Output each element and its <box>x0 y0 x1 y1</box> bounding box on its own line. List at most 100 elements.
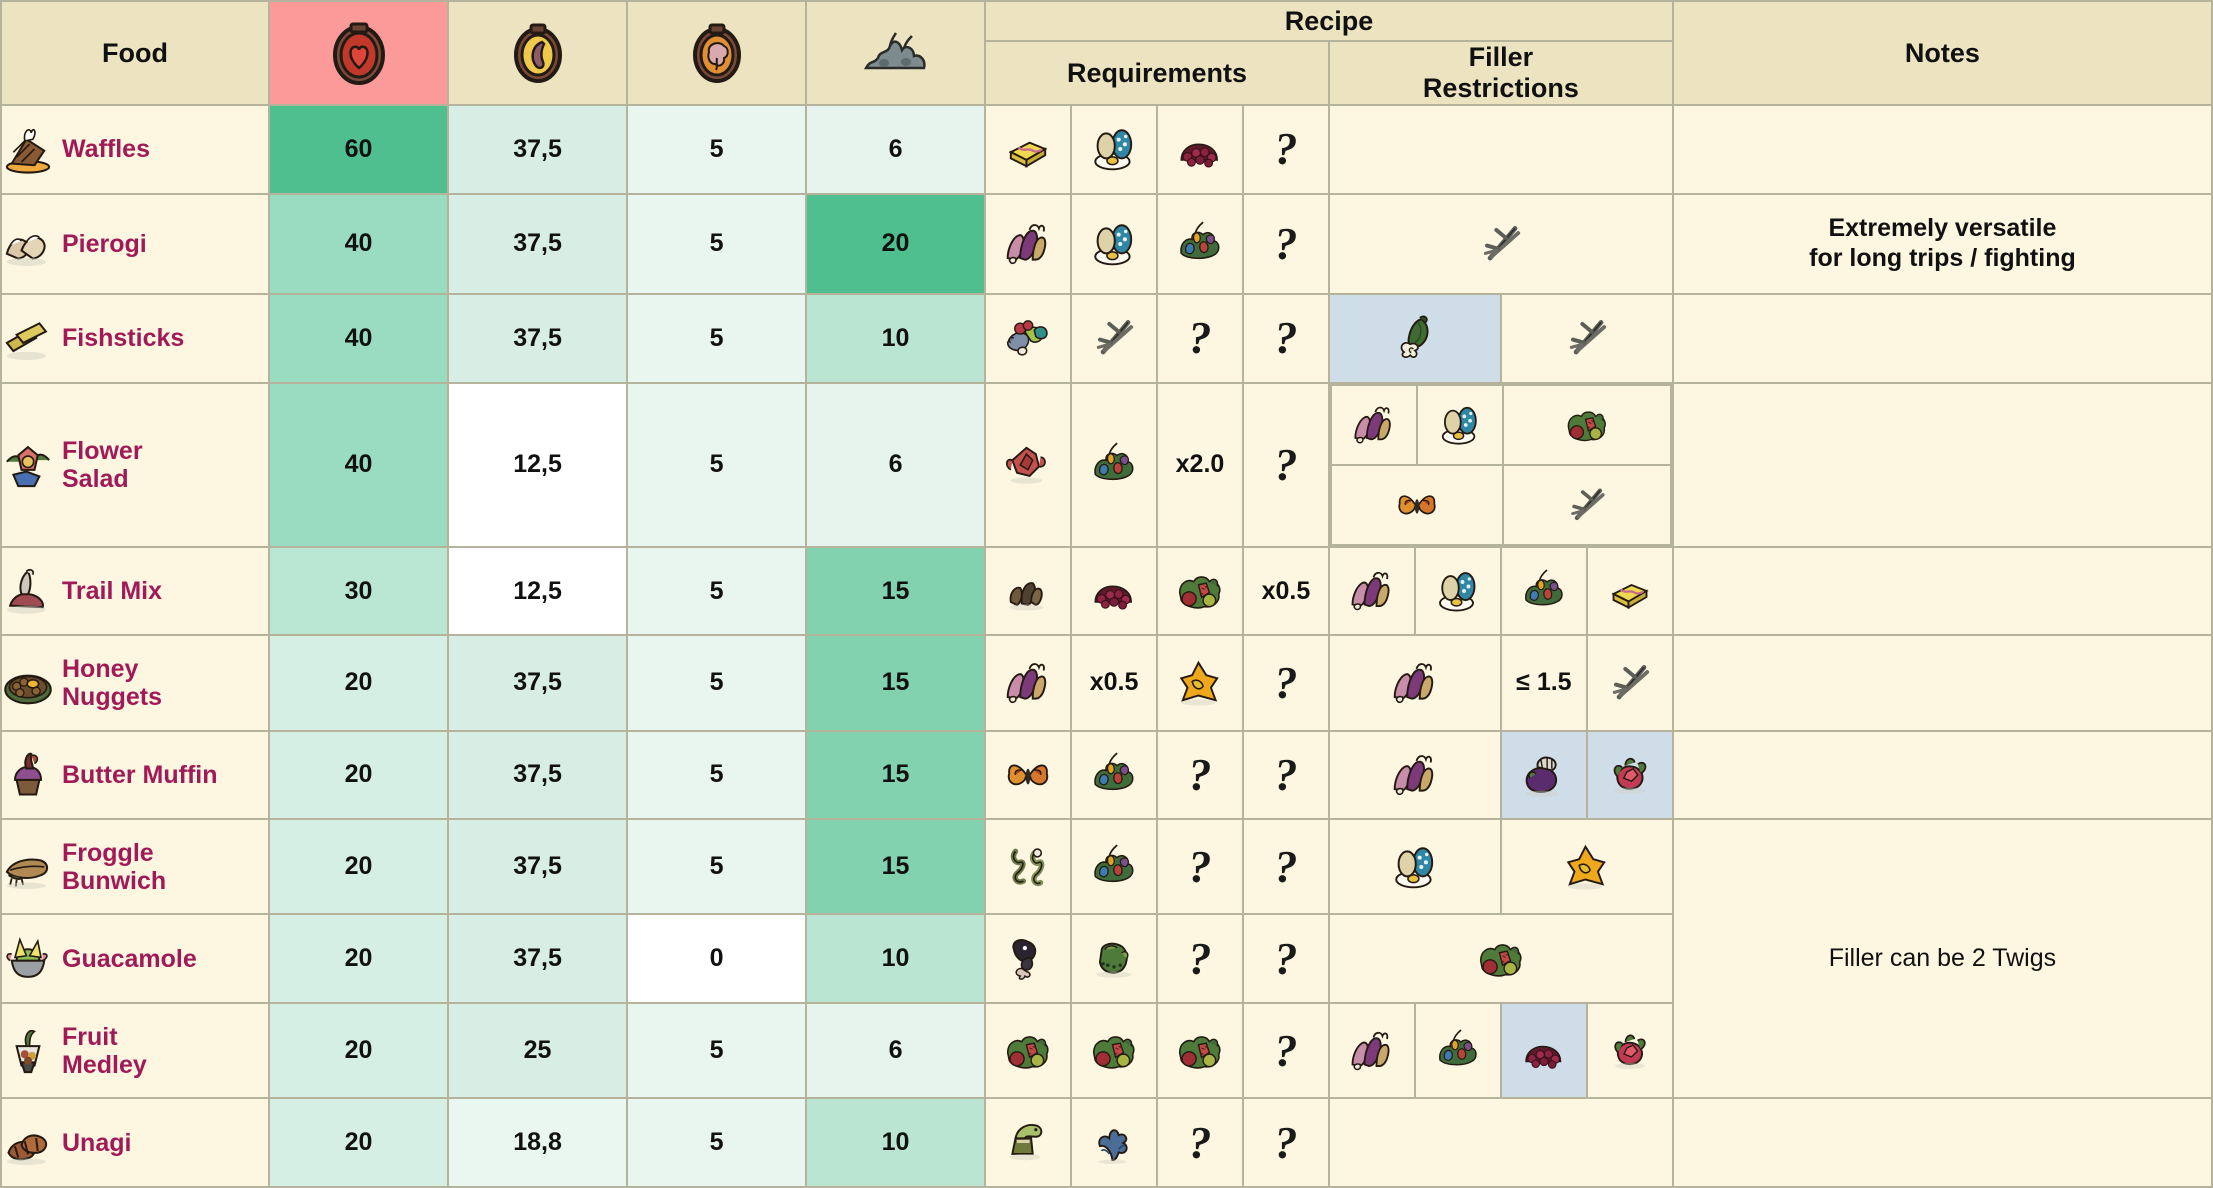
requirement-slot[interactable] <box>1070 729 1159 821</box>
food-cell[interactable]: Waffles <box>0 104 271 195</box>
requirement-slot[interactable] <box>1070 818 1159 916</box>
requirement-slot[interactable]: x0.5 <box>1070 634 1159 732</box>
filler-slot[interactable] <box>1585 545 1674 637</box>
requirement-slot[interactable] <box>984 634 1073 732</box>
filler-slot[interactable] <box>1501 463 1672 546</box>
requirement-slot[interactable] <box>984 192 1073 295</box>
fish-icon <box>1003 313 1053 363</box>
requirement-slot[interactable]: ? <box>1156 913 1244 1005</box>
food-cell[interactable]: Pierogi <box>0 192 271 295</box>
filler-slot[interactable] <box>1327 545 1416 637</box>
fruit-icon <box>1564 402 1610 448</box>
vegetable-icon <box>1175 219 1225 269</box>
filler-slot[interactable] <box>1413 1002 1502 1100</box>
food-cell[interactable]: Butter Muffin <box>0 729 271 821</box>
food-name: Butter Muffin <box>62 760 218 789</box>
requirement-slot[interactable] <box>984 292 1073 384</box>
filler-slot[interactable] <box>1499 729 1588 821</box>
requirement-slot[interactable] <box>1070 545 1159 637</box>
filler-slot[interactable] <box>1413 545 1502 637</box>
filler-slot[interactable] <box>1499 292 1674 384</box>
requirement-slot[interactable]: x0.5 <box>1241 545 1330 637</box>
requirement-slot[interactable]: ? <box>1241 1002 1330 1100</box>
requirement-slot[interactable] <box>984 381 1073 548</box>
food-cell[interactable]: Fruit Medley <box>0 1002 271 1100</box>
filler-slot[interactable] <box>1327 729 1502 821</box>
butterfly-wings-icon <box>1394 482 1440 528</box>
filler-slot[interactable] <box>1501 383 1672 466</box>
requirement-slot[interactable] <box>984 729 1073 821</box>
filler-group[interactable] <box>1327 381 1674 548</box>
requirement-slot[interactable]: ? <box>1241 381 1330 548</box>
crockpot-recipe-table: Food Recipe Notes Requirements Filler Re… <box>0 0 2213 1188</box>
filler-slot[interactable] <box>1327 292 1502 384</box>
rot-value: 6 <box>805 104 987 195</box>
sanity-value: 5 <box>626 818 808 916</box>
butter-icon <box>1003 124 1053 174</box>
requirement-slot[interactable]: ? <box>1241 104 1330 195</box>
food-cell[interactable]: Trail Mix <box>0 545 271 637</box>
food-cell[interactable]: Froggle Bunwich <box>0 818 271 916</box>
notes-cell <box>1671 729 2213 821</box>
requirement-slot[interactable] <box>1156 192 1244 295</box>
requirement-slot[interactable] <box>1070 104 1159 195</box>
question-icon: ? <box>1188 748 1212 800</box>
requirement-slot[interactable] <box>1070 1002 1159 1100</box>
filler-slot[interactable] <box>1499 545 1588 637</box>
requirement-slot[interactable] <box>984 913 1073 1005</box>
filler-slot[interactable] <box>1585 1002 1674 1100</box>
requirement-slot[interactable]: ? <box>1156 292 1244 384</box>
unagi-icon <box>2 1117 54 1169</box>
requirement-slot[interactable]: ? <box>1241 192 1330 295</box>
requirement-slot[interactable] <box>1070 1097 1159 1188</box>
requirement-slot[interactable] <box>1070 381 1159 548</box>
requirement-slot[interactable] <box>1070 292 1159 384</box>
filler-slot[interactable] <box>1327 818 1502 916</box>
requirement-slot[interactable]: ? <box>1241 913 1330 1005</box>
dragonfruit-icon <box>1605 750 1655 800</box>
requirement-slot[interactable]: ? <box>1241 729 1330 821</box>
filler-slot[interactable] <box>1327 1002 1416 1100</box>
requirement-slot[interactable]: ? <box>1156 729 1244 821</box>
food-cell[interactable]: Flower Salad <box>0 381 271 548</box>
requirement-slot[interactable] <box>1070 913 1159 1005</box>
requirement-slot[interactable] <box>1070 192 1159 295</box>
food-cell[interactable]: Guacamole <box>0 913 271 1005</box>
requirement-slot[interactable] <box>984 1002 1073 1100</box>
requirement-slot[interactable] <box>984 818 1073 916</box>
requirement-slot[interactable]: ? <box>1241 634 1330 732</box>
filler-slot[interactable]: ≤ 1.5 <box>1499 634 1588 732</box>
sanity-value: 5 <box>626 1097 808 1188</box>
requirement-slot[interactable] <box>984 104 1073 195</box>
requirement-slot[interactable] <box>984 1097 1073 1188</box>
rot-value: 6 <box>805 381 987 548</box>
requirement-slot[interactable]: ? <box>1156 818 1244 916</box>
food-cell[interactable]: Unagi <box>0 1097 271 1188</box>
filler-slot[interactable] <box>1329 463 1504 546</box>
filler-slot[interactable] <box>1329 383 1418 466</box>
filler-group[interactable] <box>1327 913 1674 1005</box>
question-icon: ? <box>1274 748 1298 800</box>
filler-slot[interactable] <box>1585 729 1674 821</box>
requirement-slot[interactable] <box>1156 545 1244 637</box>
filler-slot[interactable] <box>1499 1002 1588 1100</box>
requirement-slot[interactable]: ? <box>1156 1097 1244 1188</box>
notes-cell <box>1671 381 2213 548</box>
requirement-slot[interactable]: ? <box>1241 1097 1330 1188</box>
filler-slot[interactable] <box>1499 818 1674 916</box>
question-icon: ? <box>1274 123 1298 175</box>
requirement-slot[interactable] <box>1156 1002 1244 1100</box>
filler-group[interactable] <box>1327 192 1674 295</box>
food-cell[interactable]: Honey Nuggets <box>0 634 271 732</box>
requirement-slot[interactable] <box>1156 634 1244 732</box>
filler-slot[interactable] <box>1327 634 1502 732</box>
filler-slot[interactable] <box>1415 383 1504 466</box>
health-value: 30 <box>268 545 450 637</box>
requirement-slot[interactable]: ? <box>1241 292 1330 384</box>
requirement-slot[interactable]: x2.0 <box>1156 381 1244 548</box>
requirement-slot[interactable] <box>984 545 1073 637</box>
filler-slot[interactable] <box>1585 634 1674 732</box>
food-cell[interactable]: Fishsticks <box>0 292 271 384</box>
requirement-slot[interactable] <box>1156 104 1244 195</box>
requirement-slot[interactable]: ? <box>1241 818 1330 916</box>
